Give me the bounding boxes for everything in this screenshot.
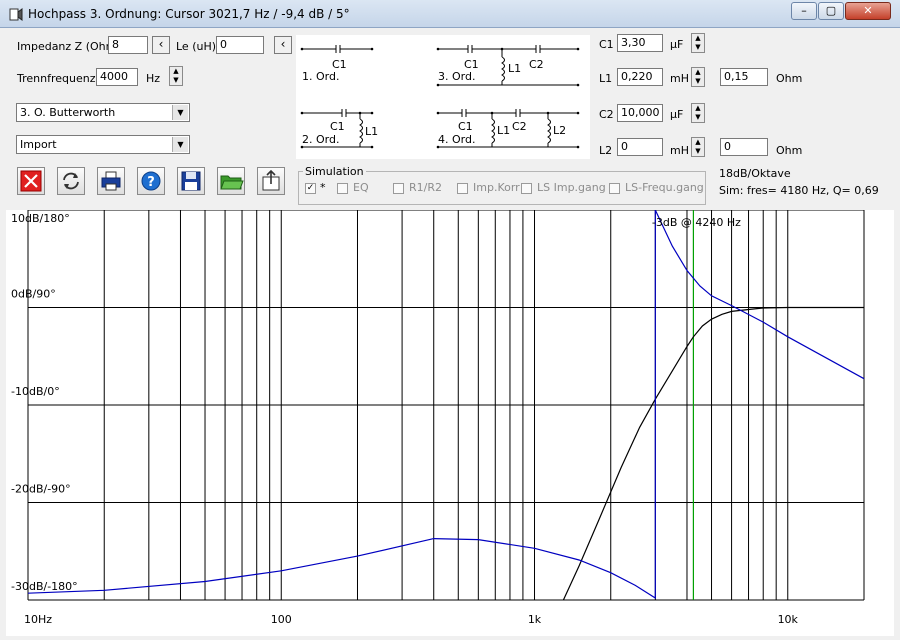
schematic-part-label: L1 [497,124,510,137]
close-icon [20,170,42,192]
save-button[interactable] [177,167,205,195]
filter-type-value: 3. O. Butterworth [20,106,116,119]
schematic-name: 4. Ord. [438,133,475,146]
sim-checkbox-eq[interactable] [337,183,348,194]
import-select[interactable]: Import ▼ [16,135,190,154]
y-tick-label: 10dB/180° [11,212,70,225]
crossover-unit: Hz [146,72,161,85]
schematic-part-label: C2 [512,120,527,133]
schematic-part-label: L1 [508,62,521,75]
l2-unit: mH [670,144,689,157]
l1-spinner[interactable]: ▲ ▼ [691,67,705,87]
l2-resistance-input[interactable]: 0 [720,138,768,156]
open-button[interactable] [217,167,245,195]
open-folder-icon [220,175,244,190]
title-bar: Hochpass 3. Ordnung: Cursor 3021,7 Hz / … [0,0,900,28]
sim-result-text: Sim: fres= 4180 Hz, Q= 0,69 [719,184,879,197]
import-value: Import [20,138,57,151]
sim-option-label: Imp.Korr [473,181,520,194]
schematic-name: 2. Ord. [302,133,339,146]
magnitude-curve [562,306,864,601]
c1-label: C1 [599,38,614,51]
l1-label: L1 [599,72,613,85]
maximize-button[interactable]: ▢ [818,2,844,20]
l1-resistance-input[interactable]: 0,15 [720,68,768,86]
schematic-part-label: C2 [529,58,544,71]
save-icon [181,171,201,191]
schematic-part-label: L2 [553,124,566,137]
chevron-down-icon[interactable]: ▼ [172,137,188,152]
x-tick-label: 10Hz [24,613,52,626]
refresh-button[interactable] [57,167,85,195]
l2-input[interactable]: 0 [617,138,663,156]
schematic-name: 1. Ord. [302,70,339,83]
c2-unit: µF [670,108,684,121]
c2-input[interactable]: 10,000 [617,104,663,122]
close-filter-button[interactable] [17,167,45,195]
sim-checkbox-r1r2[interactable] [393,183,404,194]
le-input[interactable]: 0 [216,36,264,54]
chart-svg[interactable]: 10dB/180° 0dB/90° -10dB/0° -20dB/-90° -30dB/… [6,209,894,636]
refresh-icon [63,172,79,190]
app-icon [9,8,23,21]
l1-input[interactable]: 0,220 [617,68,663,86]
l1-unit: mH [670,72,689,85]
l2-spinner[interactable]: ▲ ▼ [691,137,705,157]
impedance-label: Impedanz Z (Ohm) [17,40,121,53]
schematic-part-label: C1 [458,120,473,133]
le-decrease-button[interactable]: ‹ [274,36,292,54]
crossover-frequency-input[interactable]: 4000 [96,68,138,86]
sim-option-label: LS-Frequ.gang [625,181,704,194]
export-button[interactable] [257,167,285,195]
c1-input[interactable]: 3,30 [617,34,663,52]
sim-checkbox-ls-frequgang[interactable] [609,183,620,194]
y-tick-label: 0dB/90° [11,288,56,301]
crossover-label: Trennfrequenz f [17,72,103,85]
filter-schematics: C1 1. Ord. C1 L1 C2 3. Ord. C1 L1 2. Ord… [296,35,590,159]
schematic-part-label: C1 [330,120,345,133]
l2-resistance-unit: Ohm [776,144,803,157]
slope-text: 18dB/Oktave [719,167,791,180]
crossover-spinner[interactable]: ▲ ▼ [169,66,183,86]
minus-3db-annotation: -3dB @ 4240 Hz [652,216,741,229]
c1-spinner[interactable]: ▲ ▼ [691,33,705,53]
schematic-part-label: L1 [365,125,378,138]
y-tick-label: -10dB/0° [11,385,60,398]
help-button[interactable]: ? [137,167,165,195]
sim-option-label: LS Imp.gang [537,181,606,194]
close-button[interactable]: ✕ [845,2,891,20]
minimize-button[interactable]: – [791,2,817,20]
y-tick-label: -20dB/-90° [11,483,71,496]
l1-resistance-unit: Ohm [776,72,803,85]
help-icon: ? [141,171,161,191]
impedance-input[interactable]: 8 [108,36,148,54]
l2-label: L2 [599,144,613,157]
schematic-name: 3. Ord. [438,70,475,83]
x-tick-label: 1k [528,613,542,626]
sim-option-label: * [320,181,326,194]
phase-curve [27,209,865,600]
export-icon [262,169,280,191]
sim-option-label: R1/R2 [409,181,442,194]
le-label: Le (uH) [176,40,217,53]
x-tick-label: 100 [271,613,292,626]
print-button[interactable] [97,167,125,195]
print-icon [101,171,121,191]
y-tick-label: -30dB/-180° [11,580,78,593]
filter-type-select[interactable]: 3. O. Butterworth ▼ [16,103,190,122]
c1-unit: µF [670,38,684,51]
impedance-decrease-button[interactable]: ‹ [152,36,170,54]
svg-text:?: ? [147,175,155,190]
frequency-response-plot[interactable]: 10dB/180° 0dB/90° -10dB/0° -20dB/-90° -30dB/… [6,209,894,636]
x-tick-label: 10k [778,613,799,626]
sim-checkbox-impkorr[interactable] [457,183,468,194]
sim-checkbox-ls-impgang[interactable] [521,183,532,194]
sim-checkbox-main[interactable]: ✓ [305,183,316,194]
chevron-down-icon[interactable]: ▼ [172,105,188,120]
simulation-label: Simulation [303,165,366,178]
c2-spinner[interactable]: ▲ ▼ [691,103,705,123]
c2-label: C2 [599,108,614,121]
sim-option-label: EQ [353,181,369,194]
window-title: Hochpass 3. Ordnung: Cursor 3021,7 Hz / … [28,7,350,21]
